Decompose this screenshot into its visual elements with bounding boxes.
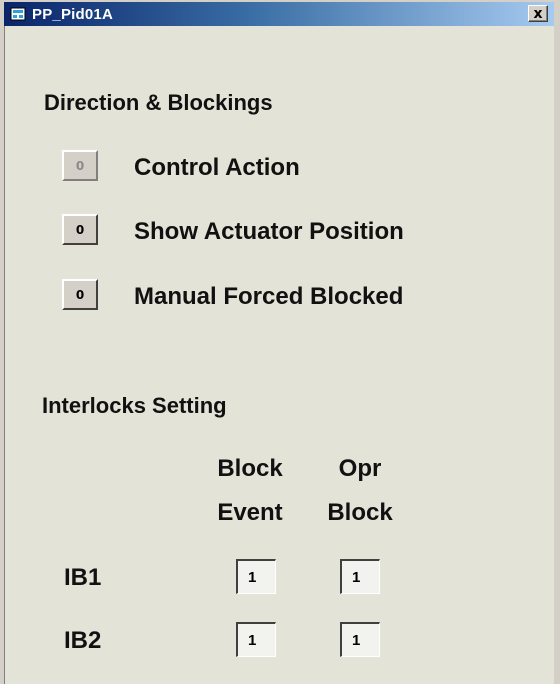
close-icon: x [533,5,543,22]
control-action-label: Control Action [134,154,300,181]
manual-forced-blocked-toggle[interactable]: 0 [62,279,98,310]
control-action-toggle[interactable]: 0 [62,150,98,181]
opr-block-header-line1: Opr [338,455,382,482]
block-event-header-line2: Event [217,499,283,526]
direction-blockings-heading: Direction & Blockings [44,90,273,115]
interlocks-setting-heading: Interlocks Setting [42,393,227,418]
ib1-row-label: IB1 [64,564,102,591]
title-bar[interactable]: PP_Pid01A x [4,2,554,26]
ib2-opr-block-field[interactable]: 1 [340,622,380,657]
ib1-opr-block-field[interactable]: 1 [340,559,380,594]
ib1-block-event-field[interactable]: 1 [236,559,276,594]
faceplate-icon [10,6,26,22]
ib2-row-label: IB2 [64,627,102,654]
opr-block-header-line2: Block [327,499,393,526]
window-title: PP_Pid01A [32,5,114,23]
close-button[interactable]: x [528,5,548,22]
show-actuator-position-label: Show Actuator Position [134,218,404,245]
show-actuator-position-toggle[interactable]: 0 [62,214,98,245]
block-event-header-line1: Block [217,455,283,482]
ib2-block-event-field[interactable]: 1 [236,622,276,657]
faceplate-window: PP_Pid01A x Direction & Blockings 0 Cont… [0,0,560,684]
manual-forced-blocked-label: Manual Forced Blocked [134,283,404,310]
